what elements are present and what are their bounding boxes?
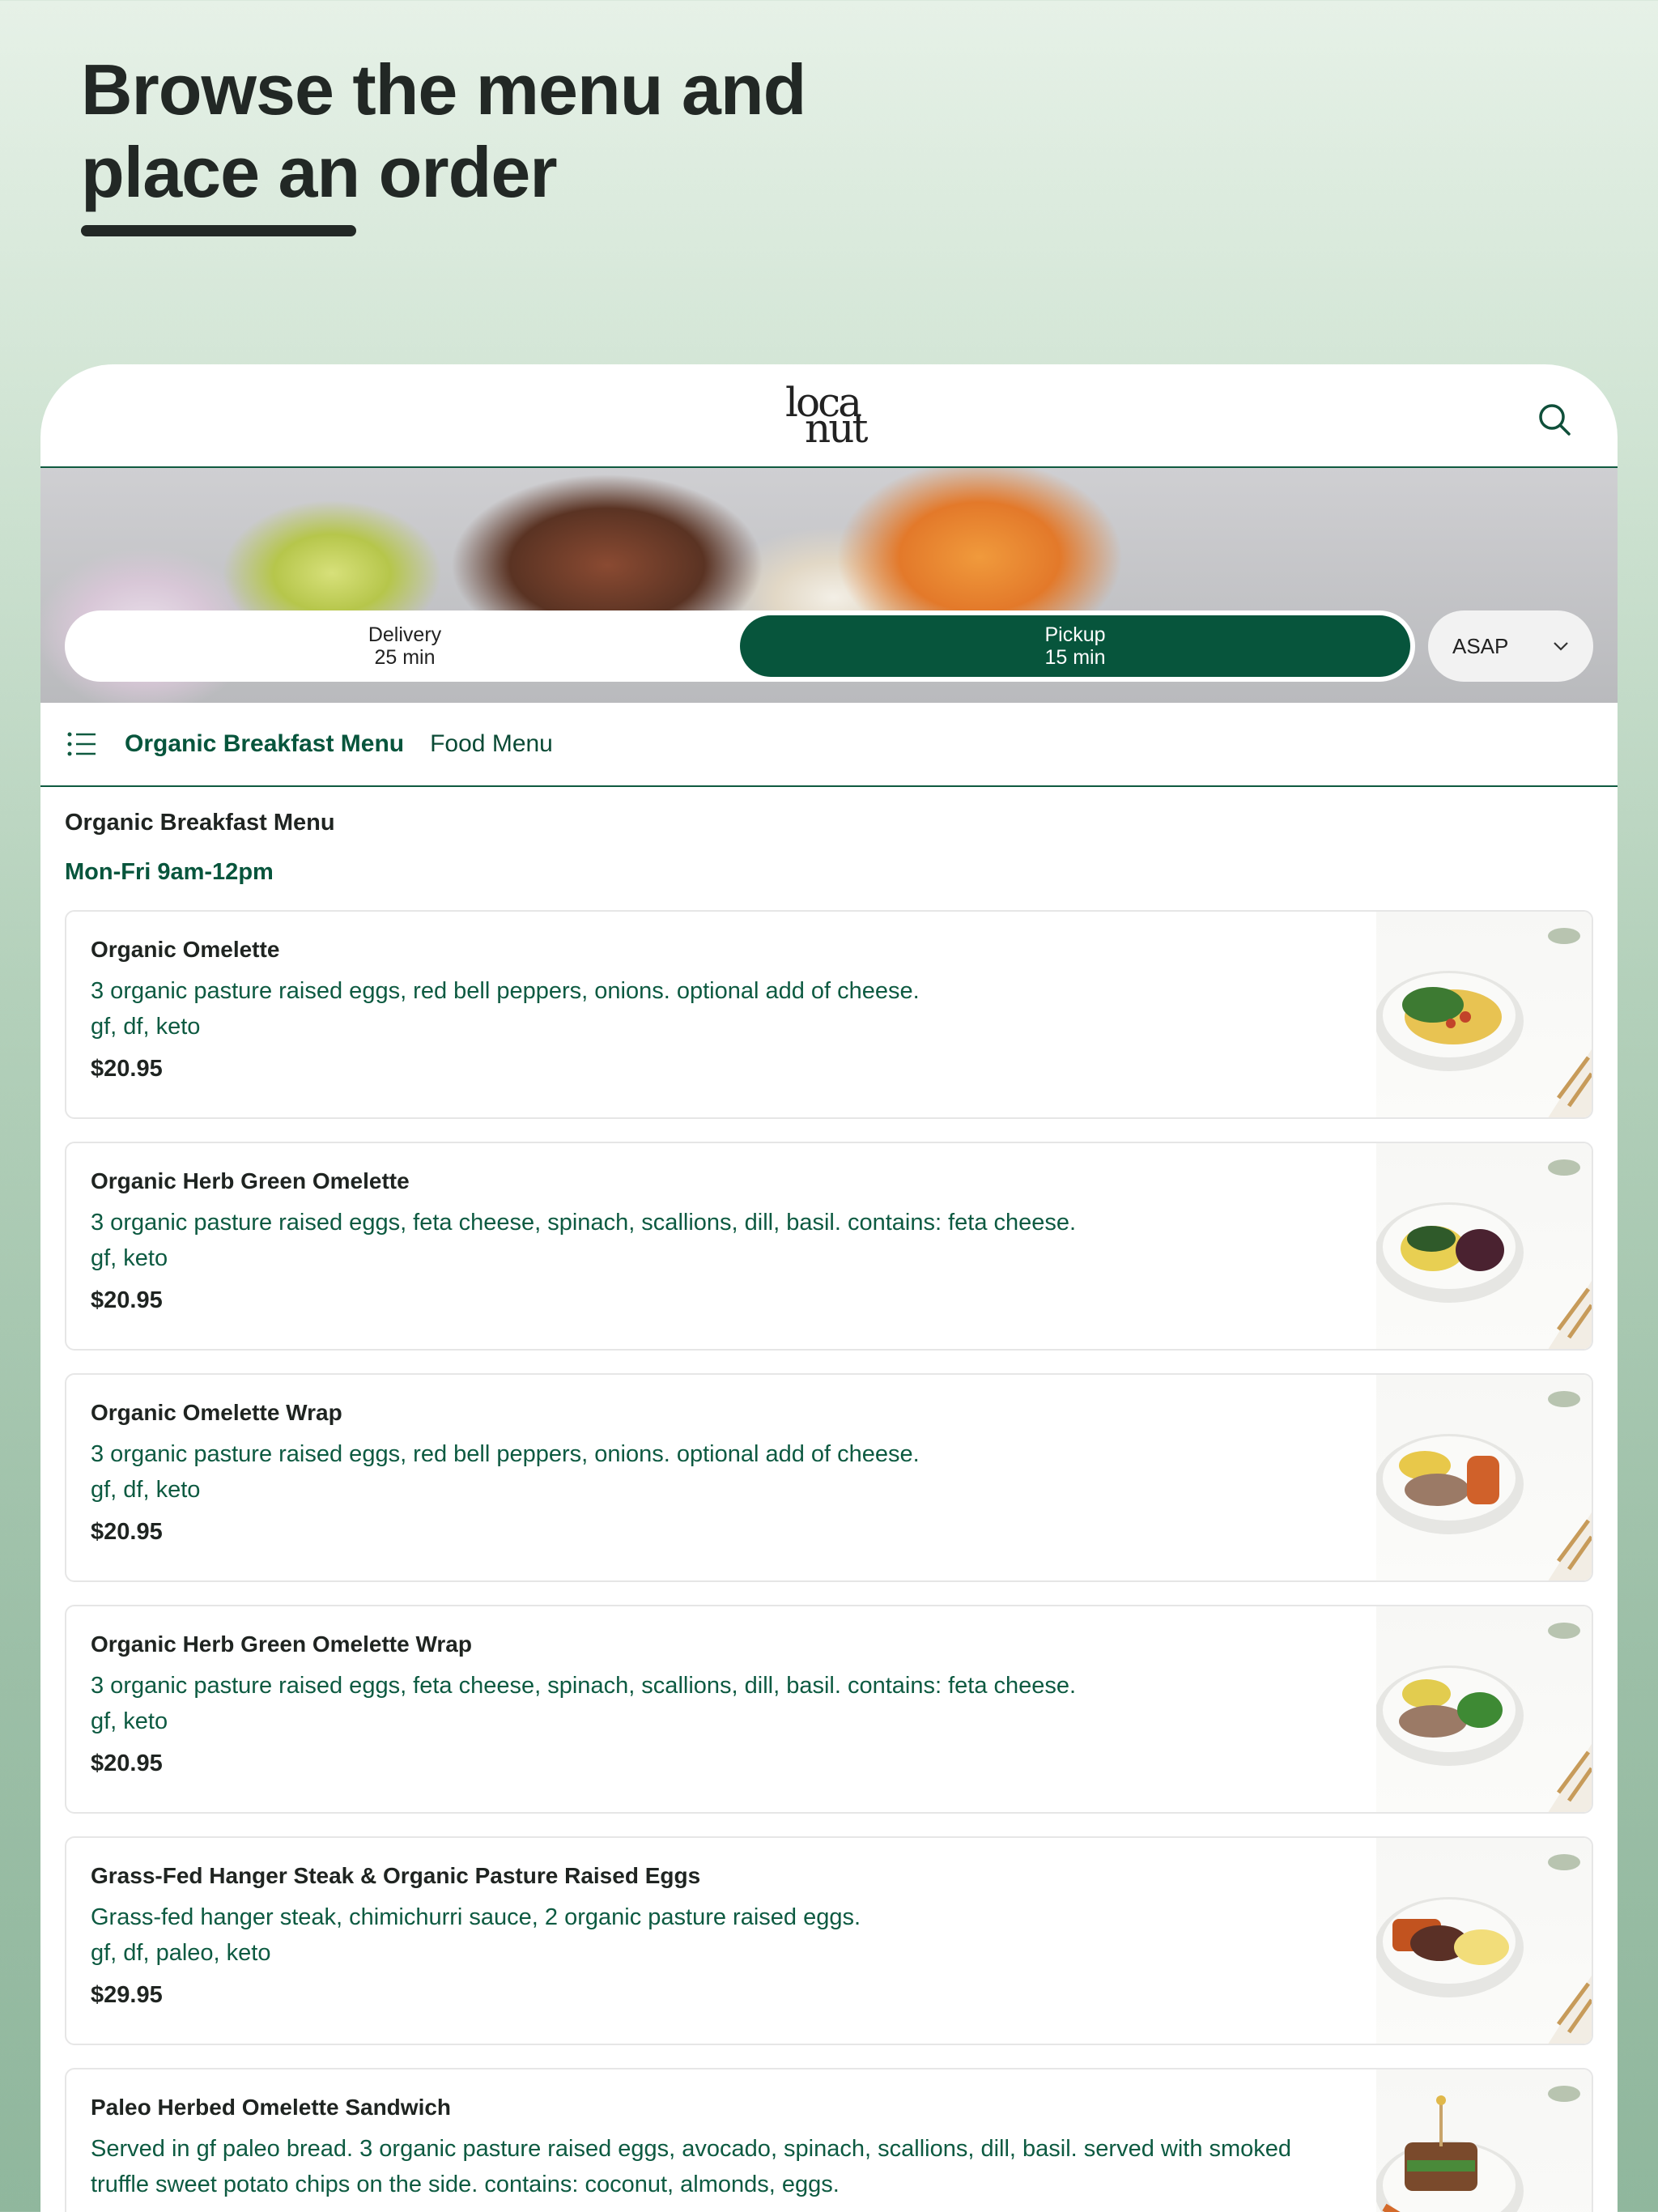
headline-line-2: place an order [81,132,558,212]
pickup-option[interactable]: Pickup 15 min [740,615,1410,677]
menu-item-description: 3 organic pasture raised eggs, red bell … [91,1441,920,1467]
pickup-time: 15 min [1044,646,1106,669]
menu-item-photo [1376,912,1592,1117]
menu-item-description: Served in gf paleo bread. 3 organic past… [91,2136,1292,2197]
menu-item-description: 3 organic pasture raised eggs, feta chee… [91,1210,1077,1236]
search-button[interactable] [1537,402,1572,437]
category-tab-breakfast[interactable]: Organic Breakfast Menu [125,730,404,758]
menu-item-photo [1376,1838,1592,2044]
menu-item-name: Organic Omelette [91,937,280,962]
menu-item-tags: gf, df, paleo, keto [91,1940,271,1966]
app-screen: loca nut Delivery 25 min Pickup 15 min A… [40,364,1618,2212]
top-bar: loca nut [40,364,1618,468]
search-icon [1539,404,1571,436]
menu-item-card[interactable]: Paleo Herbed Omelette Sandwich Served in… [65,2068,1593,2212]
menu-item-description: 3 organic pasture raised eggs, feta chee… [91,1673,1077,1699]
menu-item-photo [1376,1606,1592,1812]
menu-item-description: Grass-fed hanger steak, chimichurri sauc… [91,1904,861,1930]
menu-item-card[interactable]: Organic Herb Green Omelette Wrap 3 organ… [65,1605,1593,1814]
delivery-label: Delivery [368,623,442,646]
menu-item-tags: gf, df, keto [91,1477,201,1503]
menu-item-tags: gf, keto [91,1708,168,1734]
menu-item-description: 3 organic pasture raised eggs, red bell … [91,978,920,1004]
menu-item-name: Organic Herb Green Omelette [91,1168,410,1193]
logo-text-bottom: nut [805,405,868,452]
chevron-down-icon [1554,642,1568,651]
menu-item-card[interactable]: Grass-Fed Hanger Steak & Organic Pasture… [65,1836,1593,2045]
menu-item-price: $29.95 [91,1982,163,2008]
pickup-label: Pickup [1044,623,1106,646]
menu-item-name: Organic Omelette Wrap [91,1400,342,1425]
time-select-value: ASAP [1452,633,1509,658]
category-nav: Organic Breakfast Menu Food Menu [40,703,1618,787]
menu-item-name: Paleo Herbed Omelette Sandwich [91,2095,452,2120]
menu-item-price: $20.95 [91,1287,163,1313]
menu-item-tags: gf, df, keto [91,1014,201,1040]
menu-item-price: $20.95 [91,1056,163,1082]
menu-section: Organic Breakfast Menu Mon-Fri 9am-12pm … [40,787,1618,2212]
menu-item-price: $20.95 [91,1519,163,1545]
headline-underline [81,225,356,236]
menu-item-price: $20.95 [91,1750,163,1776]
list-icon[interactable] [65,727,99,761]
menu-item-card[interactable]: Organic Omelette Wrap 3 organic pasture … [65,1373,1593,1582]
section-title: Organic Breakfast Menu [65,810,335,836]
menu-item-tags: gf, keto [91,1245,168,1271]
time-select[interactable]: ASAP [1428,610,1593,682]
menu-item-name: Grass-Fed Hanger Steak & Organic Pasture… [91,1863,701,1888]
page-headline: Browse the menu and place an order [81,49,806,214]
delivery-time: 25 min [374,646,436,669]
category-tab-food[interactable]: Food Menu [430,730,553,758]
hero-banner: Delivery 25 min Pickup 15 min ASAP [40,468,1618,703]
menu-item-photo [1376,1143,1592,1349]
menu-item-card[interactable]: Organic Omelette 3 organic pasture raise… [65,910,1593,1119]
menu-item-photo [1376,1375,1592,1580]
menu-item-name: Organic Herb Green Omelette Wrap [91,1631,472,1657]
headline-line-1: Browse the menu and [81,49,806,130]
order-mode-toggle: Delivery 25 min Pickup 15 min [65,610,1415,682]
delivery-option[interactable]: Delivery 25 min [70,615,740,677]
brand-logo[interactable]: loca nut [772,379,886,452]
menu-item-photo [1376,2069,1592,2212]
menu-item-card[interactable]: Organic Herb Green Omelette 3 organic pa… [65,1142,1593,1351]
section-hours: Mon-Fri 9am-12pm [65,859,274,885]
